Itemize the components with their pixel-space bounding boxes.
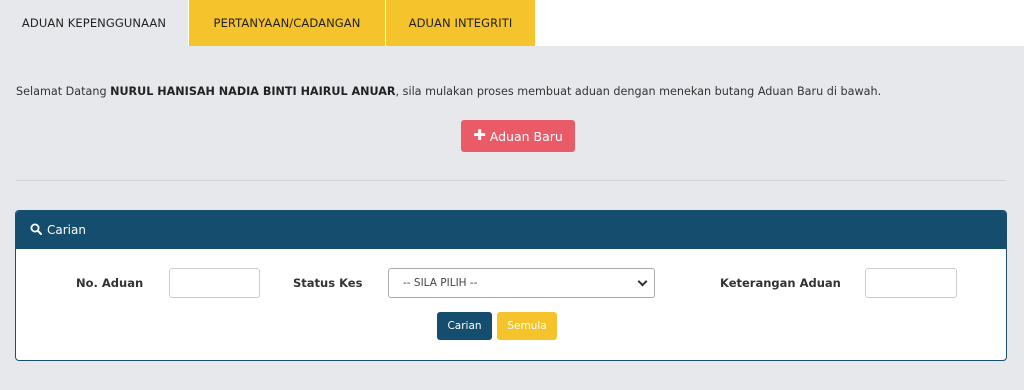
chevron-down-icon — [637, 276, 648, 286]
welcome-prefix: Selamat Datang — [16, 85, 111, 98]
no-aduan-label: No. Aduan — [76, 276, 144, 290]
welcome-message: Selamat Datang NURUL HANISAH NADIA BINTI… — [16, 85, 1016, 98]
search-button[interactable]: Carian — [437, 312, 492, 340]
keterangan-aduan-input[interactable] — [865, 268, 957, 298]
search-panel-header: Carian — [16, 211, 1006, 249]
divider — [16, 180, 1006, 181]
keterangan-aduan-label: Keterangan Aduan — [720, 276, 841, 290]
complaint-type-tabs: ADUAN KEPENGGUNAAN PERTANYAAN/CADANGAN A… — [0, 0, 1024, 46]
status-kes-selected: -- SILA PILIH -- — [403, 277, 478, 289]
search-panel: Carian No. Aduan Status Kes -- SILA PILI… — [15, 210, 1007, 361]
new-complaint-label: Aduan Baru — [489, 128, 563, 144]
welcome-suffix: , sila mulakan proses membuat aduan deng… — [395, 85, 882, 98]
status-kes-select[interactable]: -- SILA PILIH -- — [388, 268, 655, 298]
reset-button[interactable]: Semula — [497, 312, 557, 340]
tab-aduan-kepenggunaan[interactable]: ADUAN KEPENGGUNAAN — [0, 0, 188, 46]
user-name: NURUL HANISAH NADIA BINTI HAIRUL ANUAR — [110, 85, 396, 98]
status-kes-label: Status Kes — [293, 276, 363, 290]
search-panel-title: Carian — [47, 223, 86, 237]
search-icon — [30, 223, 42, 238]
tab-pertanyaan-cadangan[interactable]: PERTANYAAN/CADANGAN — [189, 0, 385, 46]
new-complaint-button[interactable]: ✚ Aduan Baru — [461, 120, 575, 152]
no-aduan-input[interactable] — [169, 268, 260, 298]
tab-aduan-integriti[interactable]: ADUAN INTEGRITI — [386, 0, 535, 46]
plus-icon: ✚ — [473, 126, 486, 144]
